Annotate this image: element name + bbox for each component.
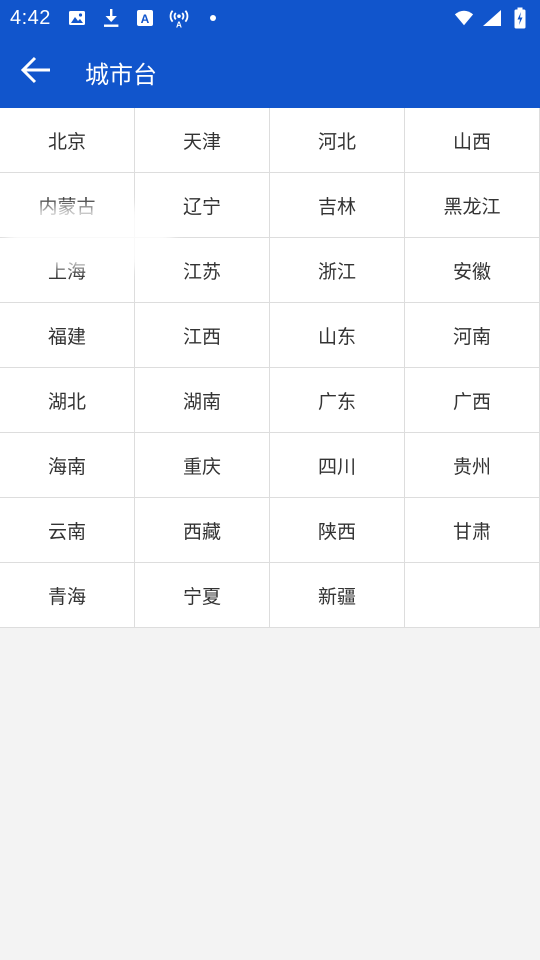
province-cell[interactable]: 云南 [0, 498, 135, 563]
province-cell[interactable]: 吉林 [270, 173, 405, 238]
empty-cell [405, 563, 540, 628]
dot-icon [203, 8, 223, 28]
province-cell[interactable]: 福建 [0, 303, 135, 368]
province-cell[interactable]: 河南 [405, 303, 540, 368]
image-icon [67, 8, 87, 28]
province-cell[interactable]: 湖南 [135, 368, 270, 433]
province-cell[interactable]: 河北 [270, 108, 405, 173]
province-cell[interactable]: 湖北 [0, 368, 135, 433]
page-title: 城市台 [85, 60, 157, 89]
province-cell[interactable]: 山西 [405, 108, 540, 173]
province-cell[interactable]: 青海 [0, 563, 135, 628]
province-cell[interactable]: 江苏 [135, 238, 270, 303]
province-cell[interactable]: 黑龙江 [405, 173, 540, 238]
province-cell[interactable]: 广西 [405, 368, 540, 433]
province-cell[interactable]: 重庆 [135, 433, 270, 498]
province-cell[interactable]: 新疆 [270, 563, 405, 628]
province-cell[interactable]: 甘肃 [405, 498, 540, 563]
province-cell[interactable]: 天津 [135, 108, 270, 173]
app-bar: 城市台 [0, 36, 540, 108]
province-cell[interactable]: 北京 [0, 108, 135, 173]
battery-icon [510, 7, 530, 29]
province-cell[interactable]: 山东 [270, 303, 405, 368]
province-cell[interactable]: 西藏 [135, 498, 270, 563]
svg-text:A: A [141, 12, 150, 26]
status-time: 4:42 [10, 6, 51, 29]
province-cell[interactable]: 安徽 [405, 238, 540, 303]
province-grid: 北京 天津 河北 山西 内蒙古 辽宁 吉林 黑龙江 上海 江苏 浙江 安徽 福建… [0, 108, 540, 628]
province-cell[interactable]: 陕西 [270, 498, 405, 563]
province-cell[interactable]: 浙江 [270, 238, 405, 303]
back-button[interactable] [0, 36, 72, 108]
signal-icon [482, 8, 502, 28]
status-system-icons [454, 7, 530, 29]
province-cell[interactable]: 上海 [0, 238, 135, 303]
province-cell[interactable]: 内蒙古 [0, 173, 135, 238]
province-cell[interactable]: 四川 [270, 433, 405, 498]
wifi-icon [454, 8, 474, 28]
arrow-left-icon [20, 56, 52, 88]
broadcast-icon: A [169, 8, 189, 29]
province-cell[interactable]: 辽宁 [135, 173, 270, 238]
province-cell[interactable]: 贵州 [405, 433, 540, 498]
status-bar: 4:42 A A [0, 0, 540, 36]
download-icon [101, 8, 121, 28]
province-cell[interactable]: 海南 [0, 433, 135, 498]
svg-text:A: A [176, 21, 182, 29]
province-cell[interactable]: 宁夏 [135, 563, 270, 628]
province-cell[interactable]: 江西 [135, 303, 270, 368]
status-notification-icons: A A [67, 8, 223, 29]
province-cell[interactable]: 广东 [270, 368, 405, 433]
text-a-icon: A [135, 8, 155, 28]
